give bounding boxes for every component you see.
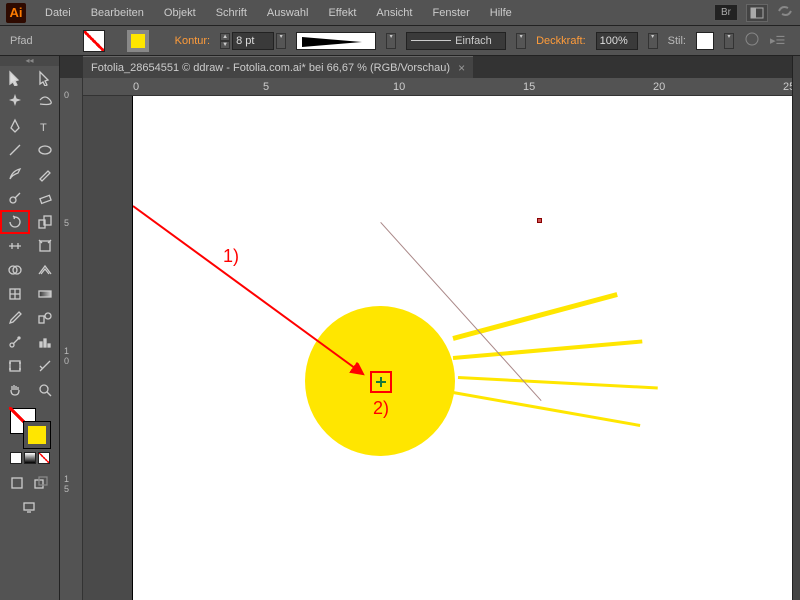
app-logo-icon: Ai (6, 3, 26, 23)
tools-panel: ◂◂ T (0, 56, 60, 600)
gradient-mode-icon[interactable] (24, 452, 36, 464)
canvas-area[interactable]: 1) 2) (83, 96, 800, 600)
annotation-arrow (133, 96, 533, 436)
ellipse-tool[interactable] (30, 138, 60, 162)
stroke-weight-value[interactable]: 8 pt (232, 32, 274, 50)
stroke-down-icon[interactable]: ▼ (220, 41, 230, 49)
opacity-value[interactable]: 100% (596, 32, 638, 50)
graphic-style-swatch[interactable] (696, 32, 714, 50)
document-title: Fotolia_28654551 © ddraw - Fotolia.com.a… (91, 62, 450, 74)
lasso-tool[interactable] (30, 90, 60, 114)
panel-menu-icon[interactable]: ▸☰ (770, 34, 785, 47)
svg-text:T: T (40, 122, 47, 134)
ruler-tick: 10 (393, 81, 405, 93)
stroke-profile[interactable]: Einfach (406, 32, 506, 50)
horizontal-ruler[interactable]: 0 5 10 15 20 25 (83, 78, 800, 96)
eraser-tool[interactable] (30, 186, 60, 210)
stroke-weight-field[interactable]: ▲▼ 8 pt ▾ (220, 32, 286, 50)
symbol-sprayer-tool[interactable] (0, 330, 30, 354)
type-tool[interactable]: T (30, 114, 60, 138)
opacity-dropdown-icon[interactable]: ▾ (648, 33, 658, 49)
rotate-tool[interactable] (0, 210, 30, 234)
hand-tool[interactable] (0, 378, 30, 402)
ruler-tick: 15 (523, 81, 535, 93)
annotation-label-1: 1) (223, 246, 239, 267)
profile-dropdown-icon[interactable]: ▾ (516, 33, 526, 49)
free-transform-tool[interactable] (30, 234, 60, 258)
ruler-tick: 1 0 (64, 346, 69, 366)
ruler-tick: 5 (263, 81, 269, 93)
brush-definition[interactable] (296, 32, 376, 50)
menu-effect[interactable]: Effekt (319, 3, 365, 23)
stroke-dropdown-icon[interactable]: ▾ (276, 33, 286, 49)
menu-file[interactable]: Datei (36, 3, 80, 23)
column-graph-tool[interactable] (30, 330, 60, 354)
main-menubar: Ai Datei Bearbeiten Objekt Schrift Auswa… (0, 0, 800, 26)
menu-edit[interactable]: Bearbeiten (82, 3, 153, 23)
blob-brush-tool[interactable] (0, 186, 30, 210)
document-tab[interactable]: Fotolia_28654551 © ddraw - Fotolia.com.a… (83, 56, 473, 79)
ruler-tick: 1 5 (64, 474, 69, 494)
mesh-tool[interactable] (0, 282, 30, 306)
paintbrush-tool[interactable] (0, 162, 30, 186)
menu-object[interactable]: Objekt (155, 3, 205, 23)
draw-normal-icon[interactable] (7, 474, 29, 494)
ruler-tick: 20 (653, 81, 665, 93)
annotation-label-2: 2) (373, 398, 389, 419)
zoom-tool[interactable] (30, 378, 60, 402)
vertical-ruler[interactable]: 0 5 1 0 1 5 (60, 78, 83, 600)
screen-mode-icon[interactable] (19, 498, 41, 518)
close-tab-icon[interactable]: × (458, 61, 465, 75)
scale-tool[interactable] (30, 210, 60, 234)
pen-tool[interactable] (0, 114, 30, 138)
menu-select[interactable]: Auswahl (258, 3, 318, 23)
panel-grip-icon[interactable]: ◂◂ (0, 56, 59, 66)
stroke-swatch[interactable] (127, 30, 149, 52)
sync-icon[interactable] (776, 3, 794, 22)
direct-selection-tool[interactable] (30, 66, 60, 90)
menu-view[interactable]: Ansicht (367, 3, 421, 23)
selection-tool[interactable] (0, 66, 30, 90)
color-mode-icon[interactable] (10, 452, 22, 464)
recolor-icon[interactable] (744, 31, 760, 50)
shape-builder-tool[interactable] (0, 258, 30, 282)
pencil-tool[interactable] (30, 162, 60, 186)
opacity-label[interactable]: Deckkraft: (536, 35, 586, 47)
control-bar: Pfad Kontur: ▲▼ 8 pt ▾ ▾ Einfach ▾ Deckk… (0, 26, 800, 56)
style-label: Stil: (668, 35, 686, 47)
stroke-label[interactable]: Kontur: (175, 35, 210, 47)
width-tool[interactable] (0, 234, 30, 258)
eyedropper-tool[interactable] (0, 306, 30, 330)
artboard-tool[interactable] (0, 354, 30, 378)
menu-type[interactable]: Schrift (207, 3, 256, 23)
document-tabs: Fotolia_28654551 © ddraw - Fotolia.com.a… (83, 56, 473, 78)
draw-behind-icon[interactable] (31, 474, 53, 494)
magic-wand-tool[interactable] (0, 90, 30, 114)
brush-dropdown-icon[interactable]: ▾ (386, 33, 396, 49)
fill-stroke-indicator[interactable] (10, 408, 50, 448)
stroke-color-swatch[interactable] (24, 422, 50, 448)
line-tool[interactable] (0, 138, 30, 162)
none-mode-icon[interactable] (38, 452, 50, 464)
ruler-tick: 0 (133, 81, 139, 93)
ruler-tick: 0 (64, 90, 69, 100)
slice-tool[interactable] (30, 354, 60, 378)
perspective-grid-tool[interactable] (30, 258, 60, 282)
right-panel-collapsed[interactable] (792, 56, 800, 600)
bridge-icon[interactable]: Br (714, 4, 738, 21)
selection-type-label: Pfad (10, 35, 33, 47)
anchor-point[interactable] (537, 218, 542, 223)
arrange-docs-icon[interactable] (746, 4, 768, 22)
artboard[interactable]: 1) 2) (133, 96, 800, 600)
menu-window[interactable]: Fenster (423, 3, 478, 23)
stroke-up-icon[interactable]: ▲ (220, 33, 230, 41)
style-dropdown-icon[interactable]: ▾ (724, 33, 734, 49)
ruler-tick: 5 (64, 218, 69, 228)
profile-label: Einfach (455, 35, 492, 47)
gradient-tool[interactable] (30, 282, 60, 306)
menu-help[interactable]: Hilfe (481, 3, 521, 23)
blend-tool[interactable] (30, 306, 60, 330)
fill-swatch[interactable] (83, 30, 105, 52)
